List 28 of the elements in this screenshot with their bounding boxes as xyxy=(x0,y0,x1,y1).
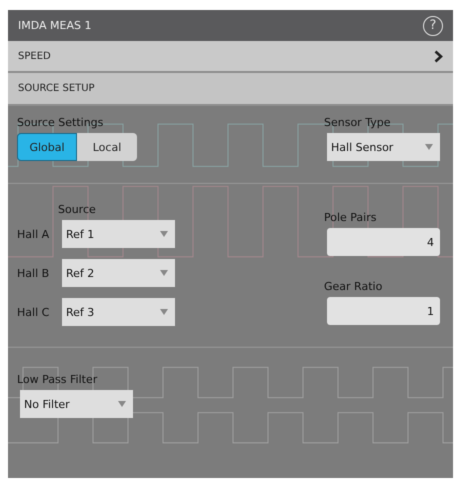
dropdown[interactable]: Ref 2 xyxy=(62,259,175,287)
input-field[interactable]: 4 xyxy=(327,228,440,256)
help-button[interactable]: ? xyxy=(423,16,443,36)
dropdown[interactable]: Ref 1 xyxy=(62,220,175,248)
section-header: SOURCE SETUP xyxy=(8,73,453,106)
dropdown[interactable]: No Filter xyxy=(20,390,133,418)
field-label: Gear Ratio xyxy=(324,280,384,293)
chevron-icon xyxy=(434,50,443,62)
caret-icon xyxy=(160,231,168,237)
row-label: Hall C xyxy=(17,306,50,318)
window-title: IMDA MEAS 1 xyxy=(18,19,92,32)
section-row[interactable]: SPEED xyxy=(8,41,453,73)
field-label: Source Settings xyxy=(17,116,104,129)
dropdown[interactable]: Hall Sensor xyxy=(327,133,440,161)
field-label: Sensor Type xyxy=(324,116,392,129)
toggle-button[interactable]: Local xyxy=(77,133,137,161)
row-label: Hall A xyxy=(17,228,50,240)
caret-icon xyxy=(160,270,168,276)
field-label: Pole Pairs xyxy=(324,211,378,224)
caret-icon xyxy=(160,309,168,315)
caret-icon xyxy=(118,401,126,407)
input-field[interactable]: 1 xyxy=(327,297,440,325)
field-label: Low Pass Filter xyxy=(17,373,98,386)
field-label: Source xyxy=(58,203,97,216)
dropdown[interactable]: Ref 3 xyxy=(62,298,175,326)
caret-icon xyxy=(425,144,433,150)
toggle-button[interactable]: Global xyxy=(17,133,77,161)
row-label: Hall B xyxy=(17,266,50,280)
